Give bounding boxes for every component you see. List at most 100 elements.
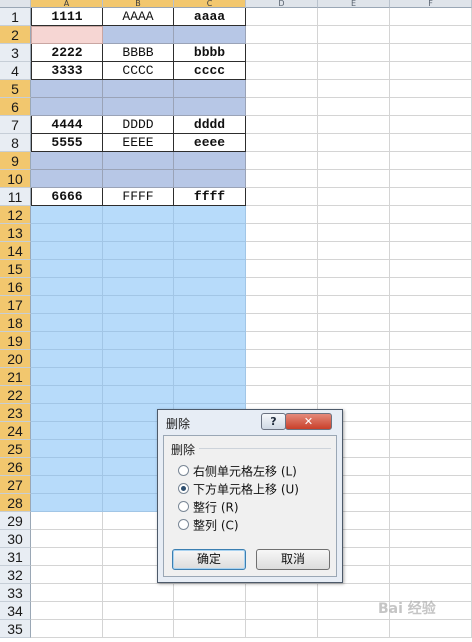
cell[interactable]	[246, 584, 318, 602]
cell[interactable]	[174, 152, 246, 170]
cell[interactable]	[103, 314, 174, 332]
ok-button[interactable]: 确定	[172, 549, 246, 570]
row-header[interactable]: 9	[0, 152, 31, 170]
cell[interactable]	[174, 98, 246, 116]
row-header[interactable]: 12	[0, 206, 31, 224]
cell[interactable]	[246, 8, 318, 26]
cell[interactable]	[103, 26, 174, 44]
cell[interactable]	[318, 368, 390, 386]
row-header[interactable]: 20	[0, 350, 31, 368]
cell[interactable]	[31, 314, 103, 332]
cell[interactable]	[31, 80, 103, 98]
cell[interactable]	[390, 386, 472, 404]
cell[interactable]	[318, 98, 390, 116]
cell[interactable]	[390, 566, 472, 584]
row-header[interactable]: 35	[0, 620, 31, 638]
cell[interactable]	[174, 26, 246, 44]
cell[interactable]	[174, 170, 246, 188]
cell[interactable]	[103, 278, 174, 296]
column-header[interactable]: F	[390, 0, 472, 8]
cell[interactable]: BBBB	[103, 44, 174, 62]
cell[interactable]	[174, 278, 246, 296]
cell[interactable]	[174, 224, 246, 242]
row-header[interactable]: 22	[0, 386, 31, 404]
cell[interactable]: 4444	[31, 116, 103, 134]
cell[interactable]	[246, 80, 318, 98]
cell[interactable]	[103, 206, 174, 224]
cell[interactable]: ffff	[174, 188, 246, 206]
cell[interactable]	[318, 260, 390, 278]
cell[interactable]	[390, 296, 472, 314]
cell[interactable]	[246, 350, 318, 368]
cell[interactable]	[390, 260, 472, 278]
option-shift-left[interactable]: 右侧单元格左移 (L)	[178, 463, 297, 479]
cell[interactable]	[31, 458, 103, 476]
cell[interactable]	[390, 422, 472, 440]
cell[interactable]	[31, 350, 103, 368]
cell[interactable]	[246, 62, 318, 80]
cell[interactable]: bbbb	[174, 44, 246, 62]
column-header[interactable]: D	[246, 0, 318, 8]
cell[interactable]: CCCC	[103, 62, 174, 80]
row-header[interactable]: 7	[0, 116, 31, 134]
cell[interactable]	[390, 458, 472, 476]
cell[interactable]	[103, 98, 174, 116]
cell[interactable]	[246, 386, 318, 404]
cell[interactable]	[390, 62, 472, 80]
radio-selected-icon[interactable]	[178, 483, 189, 494]
row-header[interactable]: 21	[0, 368, 31, 386]
cell[interactable]: DDDD	[103, 116, 174, 134]
row-header[interactable]: 23	[0, 404, 31, 422]
cell[interactable]: 6666	[31, 188, 103, 206]
cell[interactable]	[103, 260, 174, 278]
cell[interactable]	[31, 26, 103, 44]
row-header[interactable]: 11	[0, 188, 31, 206]
cell[interactable]	[318, 116, 390, 134]
row-header[interactable]: 1	[0, 8, 31, 26]
cell[interactable]	[31, 584, 103, 602]
cell[interactable]	[390, 188, 472, 206]
cell[interactable]: cccc	[174, 62, 246, 80]
cell[interactable]	[390, 350, 472, 368]
row-header[interactable]: 15	[0, 260, 31, 278]
cell[interactable]	[390, 620, 472, 638]
row-header[interactable]: 24	[0, 422, 31, 440]
cell[interactable]	[103, 296, 174, 314]
cell[interactable]: 1111	[31, 8, 103, 26]
cell[interactable]	[31, 476, 103, 494]
cell[interactable]	[318, 620, 390, 638]
row-header[interactable]: 18	[0, 314, 31, 332]
radio-icon[interactable]	[178, 519, 189, 530]
cell[interactable]	[103, 152, 174, 170]
cell[interactable]	[318, 44, 390, 62]
cell[interactable]	[246, 134, 318, 152]
row-header[interactable]: 14	[0, 242, 31, 260]
row-header[interactable]: 3	[0, 44, 31, 62]
cell[interactable]: 5555	[31, 134, 103, 152]
cell[interactable]	[31, 278, 103, 296]
cell[interactable]	[174, 332, 246, 350]
cell[interactable]	[246, 44, 318, 62]
cell[interactable]	[174, 386, 246, 404]
row-header[interactable]: 29	[0, 512, 31, 530]
cell[interactable]	[103, 224, 174, 242]
cell[interactable]	[318, 170, 390, 188]
cell[interactable]: dddd	[174, 116, 246, 134]
cell[interactable]	[246, 188, 318, 206]
cell[interactable]	[390, 494, 472, 512]
cell[interactable]	[31, 422, 103, 440]
cell[interactable]	[390, 152, 472, 170]
cell[interactable]	[390, 44, 472, 62]
row-header[interactable]: 5	[0, 80, 31, 98]
cell[interactable]	[390, 116, 472, 134]
cell[interactable]	[390, 134, 472, 152]
cell[interactable]	[246, 242, 318, 260]
cell[interactable]	[174, 620, 246, 638]
cell[interactable]	[318, 152, 390, 170]
cell[interactable]	[246, 296, 318, 314]
cell[interactable]	[390, 440, 472, 458]
cell[interactable]	[174, 584, 246, 602]
cell[interactable]	[390, 314, 472, 332]
cell[interactable]	[246, 116, 318, 134]
cell[interactable]	[390, 206, 472, 224]
